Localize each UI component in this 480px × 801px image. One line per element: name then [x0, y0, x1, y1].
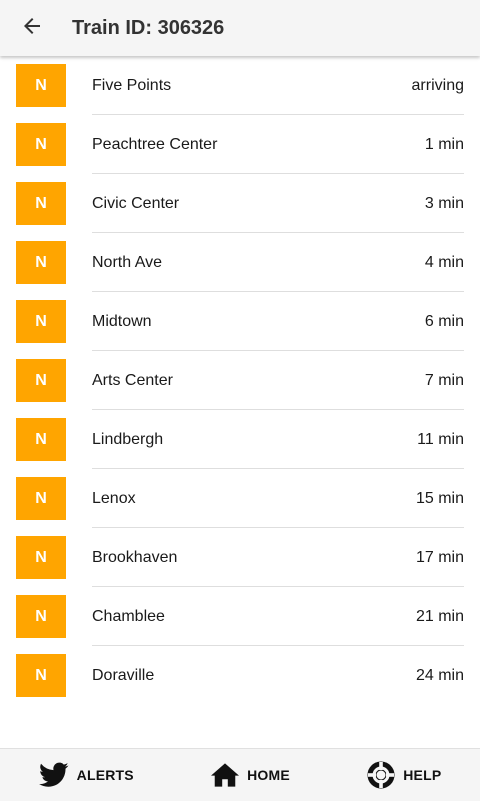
- line-badge: N: [16, 477, 66, 520]
- station-name: Peachtree Center: [92, 136, 218, 153]
- alerts-label: ALERTS: [76, 767, 134, 783]
- station-name: Brookhaven: [92, 549, 178, 566]
- station-name: Five Points: [92, 77, 172, 94]
- list-item[interactable]: N Doraville 24 min: [0, 646, 480, 705]
- page-title: Train ID: 306326: [72, 16, 225, 39]
- bottom-nav: ALERTS HOME HELP: [0, 748, 480, 801]
- arrival-time: 11 min: [417, 431, 464, 448]
- station-name: Civic Center: [92, 195, 180, 212]
- line-badge: N: [16, 123, 66, 166]
- twitter-bird-icon: [38, 762, 69, 788]
- arrival-time: 7 min: [424, 372, 464, 389]
- arrival-time: arriving: [411, 77, 464, 94]
- list-item[interactable]: N Midtown 6 min: [0, 292, 480, 351]
- arrival-time: 15 min: [415, 490, 464, 507]
- app-bar: Train ID: 306326: [0, 0, 480, 56]
- station-name: Arts Center: [92, 372, 173, 389]
- station-name: Lenox: [92, 490, 136, 507]
- station-name: Midtown: [92, 313, 152, 330]
- help-label: HELP: [403, 767, 442, 783]
- arrival-time: 21 min: [415, 608, 464, 625]
- home-label: HOME: [247, 767, 290, 783]
- arrival-time: 17 min: [415, 549, 464, 566]
- station-name: Lindbergh: [92, 431, 164, 448]
- line-badge: N: [16, 300, 66, 343]
- list-item[interactable]: N Lenox 15 min: [0, 469, 480, 528]
- help-button[interactable]: HELP: [367, 749, 441, 801]
- arrival-time: 3 min: [424, 195, 464, 212]
- list-item[interactable]: N Brookhaven 17 min: [0, 528, 480, 587]
- line-badge: N: [16, 64, 66, 107]
- line-badge: N: [16, 595, 66, 638]
- list-item[interactable]: N Chamblee 21 min: [0, 587, 480, 646]
- arrival-time: 6 min: [424, 313, 464, 330]
- arrival-time: 4 min: [424, 254, 464, 271]
- home-button[interactable]: HOME: [211, 749, 290, 801]
- station-name: North Ave: [92, 254, 162, 271]
- arrival-time: 24 min: [415, 667, 464, 684]
- home-icon: [211, 762, 240, 788]
- line-badge: N: [16, 241, 66, 284]
- alerts-button[interactable]: ALERTS: [38, 749, 134, 801]
- station-name: Chamblee: [92, 608, 165, 625]
- list-item[interactable]: N Lindbergh 11 min: [0, 410, 480, 469]
- list-item[interactable]: N Civic Center 3 min: [0, 174, 480, 233]
- back-button[interactable]: [0, 0, 64, 56]
- lifebuoy-icon: [367, 761, 395, 789]
- list-item[interactable]: N Five Points arriving: [0, 56, 480, 115]
- station-name: Doraville: [92, 667, 155, 684]
- arrow-left-icon: [20, 14, 44, 43]
- line-badge: N: [16, 536, 66, 579]
- list-item[interactable]: N Arts Center 7 min: [0, 351, 480, 410]
- line-badge: N: [16, 359, 66, 402]
- stop-list: N Five Points arriving N Peachtree Cente…: [0, 56, 480, 705]
- line-badge: N: [16, 654, 66, 697]
- line-badge: N: [16, 418, 66, 461]
- arrival-time: 1 min: [424, 136, 464, 153]
- line-badge: N: [16, 182, 66, 225]
- list-item[interactable]: N Peachtree Center 1 min: [0, 115, 480, 174]
- list-item[interactable]: N North Ave 4 min: [0, 233, 480, 292]
